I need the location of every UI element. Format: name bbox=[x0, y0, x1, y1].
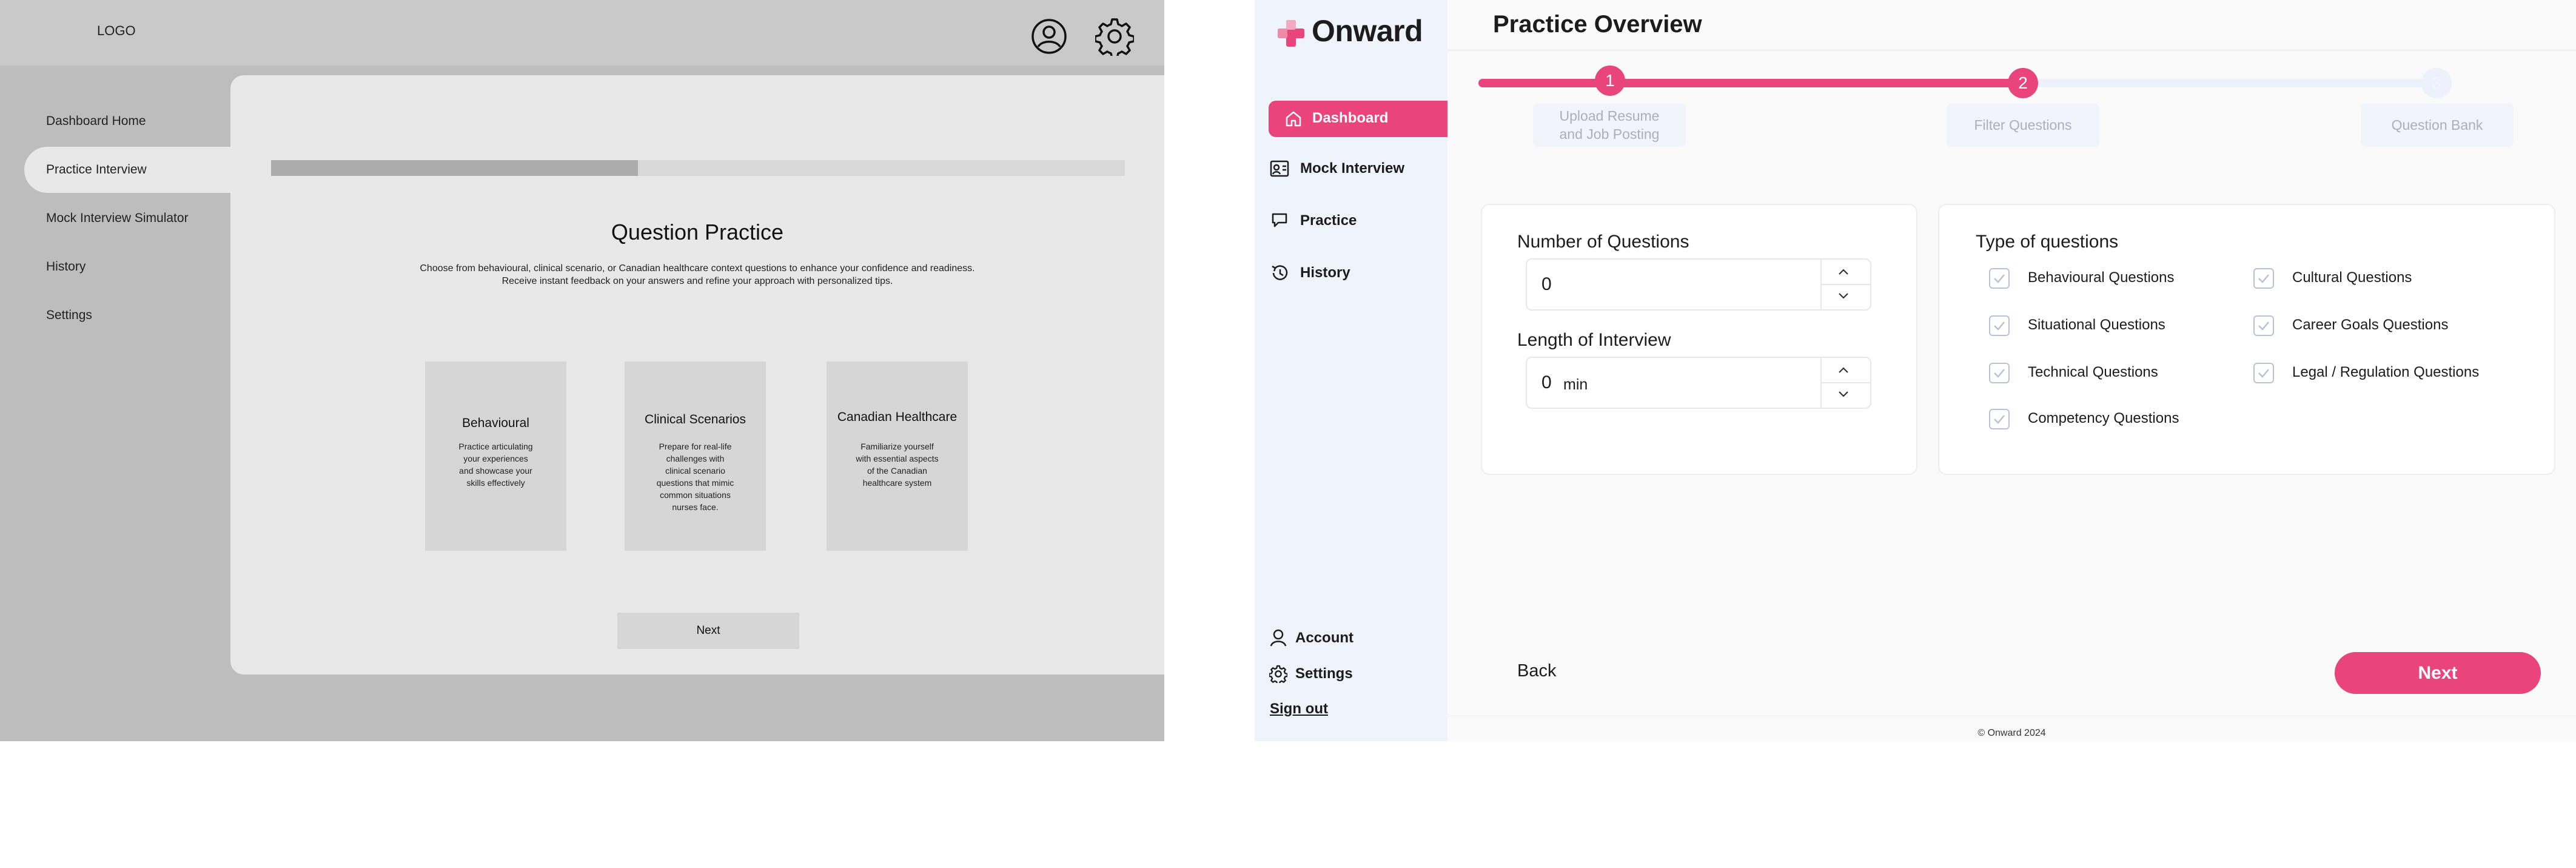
chevron-down-icon[interactable] bbox=[1836, 290, 1851, 302]
check-icon bbox=[1994, 369, 2005, 378]
num-questions-value[interactable]: 0 bbox=[1541, 274, 1552, 295]
wf-card-description: Prepare for real-life challenges with clin… bbox=[656, 442, 734, 512]
gear-icon bbox=[1269, 665, 1287, 683]
wf-nav-history[interactable]: History bbox=[46, 260, 86, 274]
checkbox-legal-regulation[interactable] bbox=[2253, 363, 2274, 383]
num-questions-label: Number of Questions bbox=[1517, 232, 1689, 252]
wf-card-description: Familiarize yourself with essential aspec… bbox=[856, 442, 939, 488]
step-3-indicator: 3 bbox=[2421, 68, 2452, 98]
question-types-card: Type of questions Behavioural Questions … bbox=[1938, 204, 2555, 475]
wireframe-progress-fill bbox=[271, 160, 639, 176]
wf-nav-practice-interview[interactable]: Practice Interview bbox=[46, 163, 147, 177]
sidebar-item-mock-interview[interactable]: Mock Interview bbox=[1300, 160, 1404, 177]
chevron-up-icon[interactable] bbox=[1836, 364, 1851, 376]
interview-length-stepper[interactable]: 0 min bbox=[1526, 357, 1871, 409]
wf-card-description: Practice articulating your experiences and… bbox=[458, 442, 533, 488]
home-icon bbox=[1286, 111, 1301, 127]
wireframe-logo: LOGO bbox=[97, 23, 136, 38]
checkbox-label: Technical Questions bbox=[2028, 364, 2158, 380]
checkbox-label: Legal / Regulation Questions bbox=[2292, 364, 2480, 380]
sidebar-item-history[interactable]: History bbox=[1300, 264, 1350, 281]
check-icon bbox=[1994, 274, 2005, 283]
chevron-up-icon[interactable] bbox=[1836, 266, 1851, 278]
next-button[interactable]: Next bbox=[2335, 652, 2541, 694]
chevron-down-icon[interactable] bbox=[1836, 388, 1851, 400]
interview-length-label: Length of Interview bbox=[1517, 330, 1671, 350]
checkbox-label: Cultural Questions bbox=[2292, 269, 2412, 286]
wf-nav-settings[interactable]: Settings bbox=[46, 308, 92, 323]
num-questions-stepper[interactable]: 0 bbox=[1526, 258, 1871, 311]
wireframe-header bbox=[0, 0, 1164, 66]
sign-out-link[interactable]: Sign out bbox=[1270, 701, 1328, 718]
wireframe-description-line1: Choose from behavioural, clinical scenar… bbox=[420, 263, 975, 274]
brand-name: Onward bbox=[1312, 14, 1423, 48]
wireframe-progress-bar bbox=[271, 160, 1125, 176]
wf-nav-mock-interview-simulator[interactable]: Mock Interview Simulator bbox=[46, 211, 189, 226]
checkbox-cultural[interactable] bbox=[2253, 268, 2274, 289]
wf-next-button[interactable]: Next bbox=[617, 613, 799, 649]
checkbox-behavioural[interactable] bbox=[1989, 268, 2010, 289]
checkbox-label: Behavioural Questions bbox=[2028, 269, 2175, 286]
wireframe-title: Question Practice bbox=[611, 220, 784, 244]
wf-nav-dashboard-home[interactable]: Dashboard Home bbox=[46, 114, 146, 129]
wireframe-description-line2: Receive instant feedback on your answers… bbox=[501, 276, 893, 286]
checkbox-label: Competency Questions bbox=[2028, 410, 2179, 426]
sidebar-item-account[interactable]: Account bbox=[1295, 630, 1353, 647]
sidebar-item-label: Dashboard bbox=[1312, 110, 1389, 126]
wireframe-description: Choose from behavioural, clinical scenar… bbox=[230, 262, 1164, 288]
chat-icon bbox=[1272, 213, 1287, 227]
history-icon bbox=[1272, 265, 1288, 280]
user-icon bbox=[1270, 629, 1287, 647]
step-3-label[interactable]: Question Bank bbox=[2361, 103, 2514, 147]
wf-card-clinical-scenarios[interactable]: Clinical Scenarios Prepare for real-life… bbox=[625, 362, 766, 551]
wf-card-title: Behavioural bbox=[462, 416, 529, 430]
check-icon bbox=[1994, 415, 2005, 424]
step-2-indicator: 2 bbox=[2008, 68, 2038, 98]
interview-length-value[interactable]: 0 bbox=[1541, 372, 1552, 393]
checkbox-label: Situational Questions bbox=[2028, 317, 2165, 333]
check-icon bbox=[2258, 369, 2269, 378]
interview-icon bbox=[1270, 160, 1289, 177]
question-types-title: Type of questions bbox=[1976, 232, 2119, 252]
checkbox-label: Career Goals Questions bbox=[2292, 317, 2449, 333]
sidebar-item-settings[interactable]: Settings bbox=[1295, 665, 1353, 682]
footer-copyright: © Onward 2024 bbox=[1977, 728, 2046, 738]
check-icon bbox=[1994, 321, 2005, 331]
checkbox-competency[interactable] bbox=[1989, 409, 2010, 429]
step-2-label[interactable]: Filter Questions bbox=[1947, 103, 2099, 147]
step-1-indicator: 1 bbox=[1595, 66, 1625, 96]
stepper-progress-fill bbox=[1478, 79, 2023, 87]
gear-icon[interactable] bbox=[1095, 17, 1134, 56]
sidebar-item-practice[interactable]: Practice bbox=[1300, 212, 1357, 229]
checkbox-technical[interactable] bbox=[1989, 363, 2010, 383]
wf-card-title: Clinical Scenarios bbox=[645, 412, 746, 426]
back-button[interactable]: Back bbox=[1517, 661, 1556, 681]
checkbox-career-goals[interactable] bbox=[2253, 315, 2274, 336]
check-icon bbox=[2258, 274, 2269, 283]
interview-length-unit: min bbox=[1563, 376, 1588, 393]
checkbox-situational[interactable] bbox=[1989, 315, 2010, 336]
page-title: Practice Overview bbox=[1493, 11, 1702, 38]
wf-card-behavioural[interactable]: Behavioural Practice articulating your ex… bbox=[425, 362, 566, 551]
wf-card-title: Canadian Healthcare bbox=[837, 410, 958, 424]
profile-icon[interactable] bbox=[1031, 18, 1067, 55]
wf-card-canadian-healthcare[interactable]: Canadian Healthcare Familiarize yourself… bbox=[827, 362, 968, 551]
header-divider bbox=[1447, 50, 2576, 51]
interview-settings-card: Number of Questions 0 Length of Intervie… bbox=[1481, 204, 1917, 475]
check-icon bbox=[2258, 321, 2269, 331]
step-1-label[interactable]: Upload Resume and Job Posting bbox=[1533, 103, 1686, 147]
brand-logo-icon bbox=[1278, 20, 1304, 47]
